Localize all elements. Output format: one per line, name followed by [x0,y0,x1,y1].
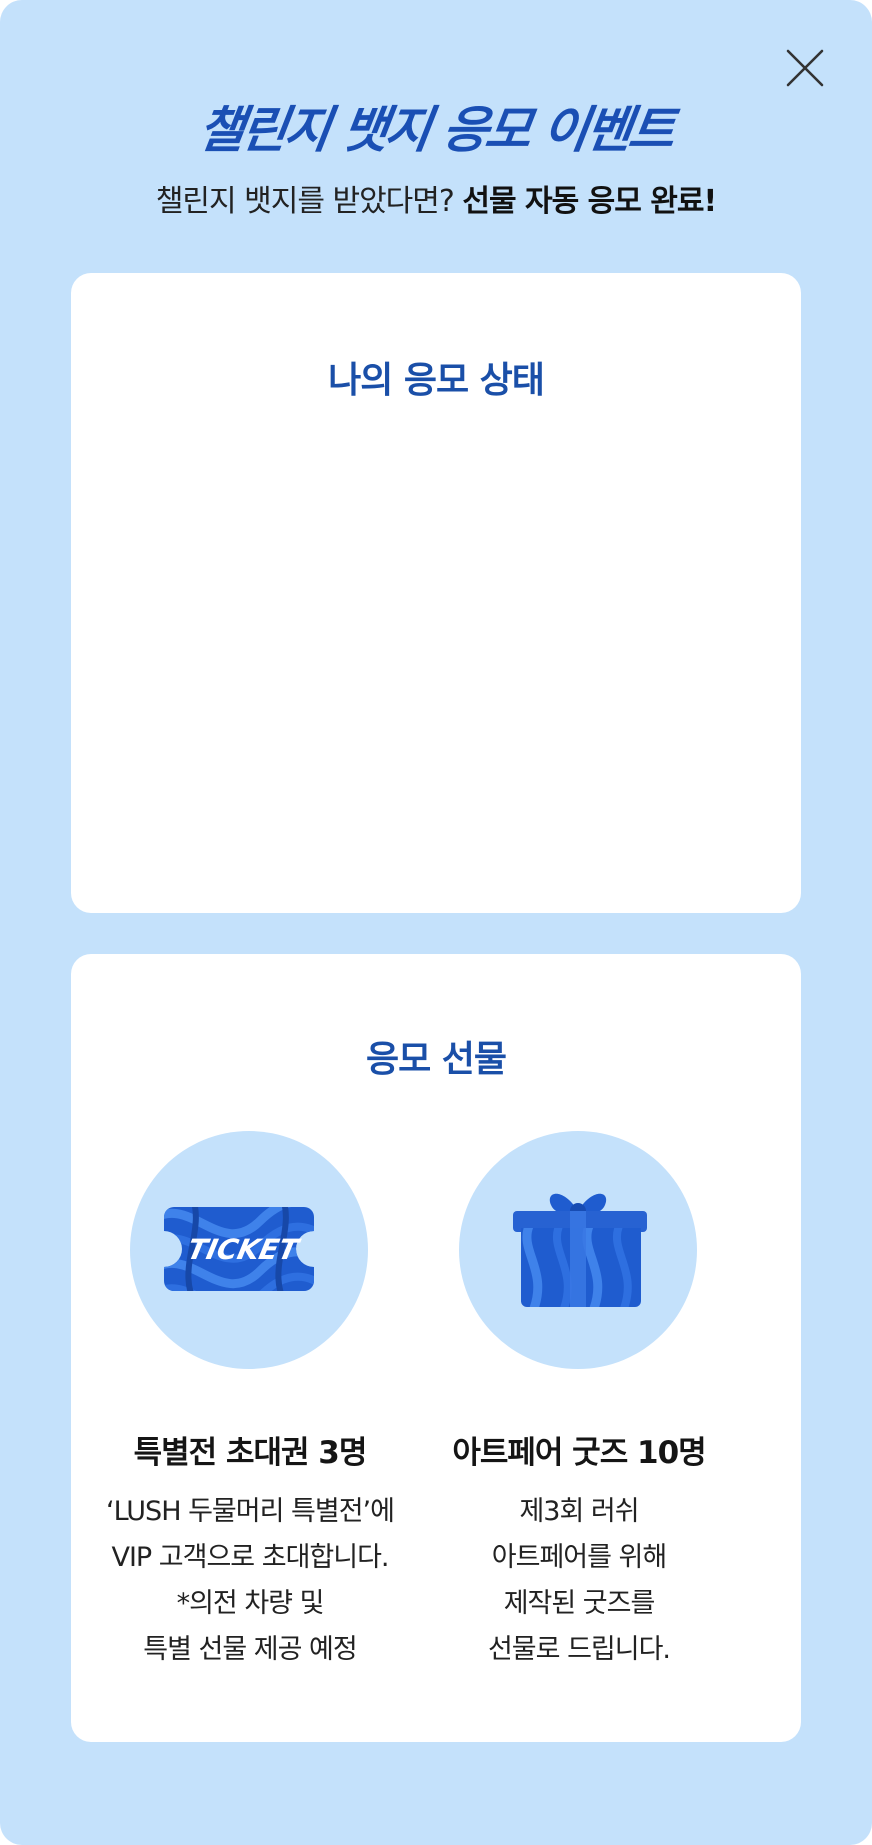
prize-description: 제3회 러쉬 아트페어를 위해 제작된 굿즈를 선물로 드립니다. [414,1489,744,1673]
prize-desc-line: 특별 선물 제공 예정 [143,1634,357,1665]
event-title: 챌린지 뱃지 응모 이벤트 [194,101,677,159]
prize-image-circle [459,1131,697,1369]
gift-box-icon [513,1193,647,1307]
prize-desc-line: 제3회 러쉬 [519,1496,639,1527]
prize-name: 아트페어 굿즈 10명 [452,1435,706,1471]
entry-status-title: 나의 응모 상태 [328,360,545,401]
subtitle-text: 챌린지 뱃지를 받았다면? [155,184,463,219]
entry-status-body [71,403,801,873]
entry-status-card: 나의 응모 상태 [71,273,801,913]
ticket-icon: TICKET [164,1207,314,1291]
prize-image-circle: TICKET [130,1131,368,1369]
prize-desc-line: VIP 고객으로 초대합니다. [111,1542,389,1573]
close-button[interactable] [782,45,828,91]
prize-desc-line: 아트페어를 위해 [491,1542,667,1573]
event-subtitle: 챌린지 뱃지를 받았다면? 선물 자동 응모 완료! [0,176,872,220]
prize-desc-line: ‘LUSH 두물머리 특별전’에 [106,1496,395,1527]
prize-name: 특별전 초대권 3명 [133,1435,368,1471]
ticket-label: TICKET [184,1233,304,1266]
prize-description: ‘LUSH 두물머리 특별전’에 VIP 고객으로 초대합니다. *의전 차량 … [85,1489,415,1673]
event-modal: 챌린지 뱃지 응모 이벤트 챌린지 뱃지를 받았다면? 선물 자동 응모 완료!… [0,0,872,1845]
prize-desc-line: 선물로 드립니다. [487,1634,671,1665]
prize-desc-line: *의전 차량 및 [176,1588,325,1619]
prize-item-ticket: TICKET 특별전 초대권 3명 ‘LUSH 두물머리 특별전’에 VIP 고… [85,954,415,1742]
close-icon [786,49,824,87]
prizes-card: 응모 선물 TICKET 특별전 초대권 3명 ‘LUSH 두물머리 특별전’에… [71,954,801,1742]
prize-desc-line: 제작된 굿즈를 [503,1588,656,1619]
subtitle-highlight: 선물 자동 응모 완료! [462,184,717,219]
prize-item-goods: 아트페어 굿즈 10명 제3회 러쉬 아트페어를 위해 제작된 굿즈를 선물로 … [414,954,744,1742]
